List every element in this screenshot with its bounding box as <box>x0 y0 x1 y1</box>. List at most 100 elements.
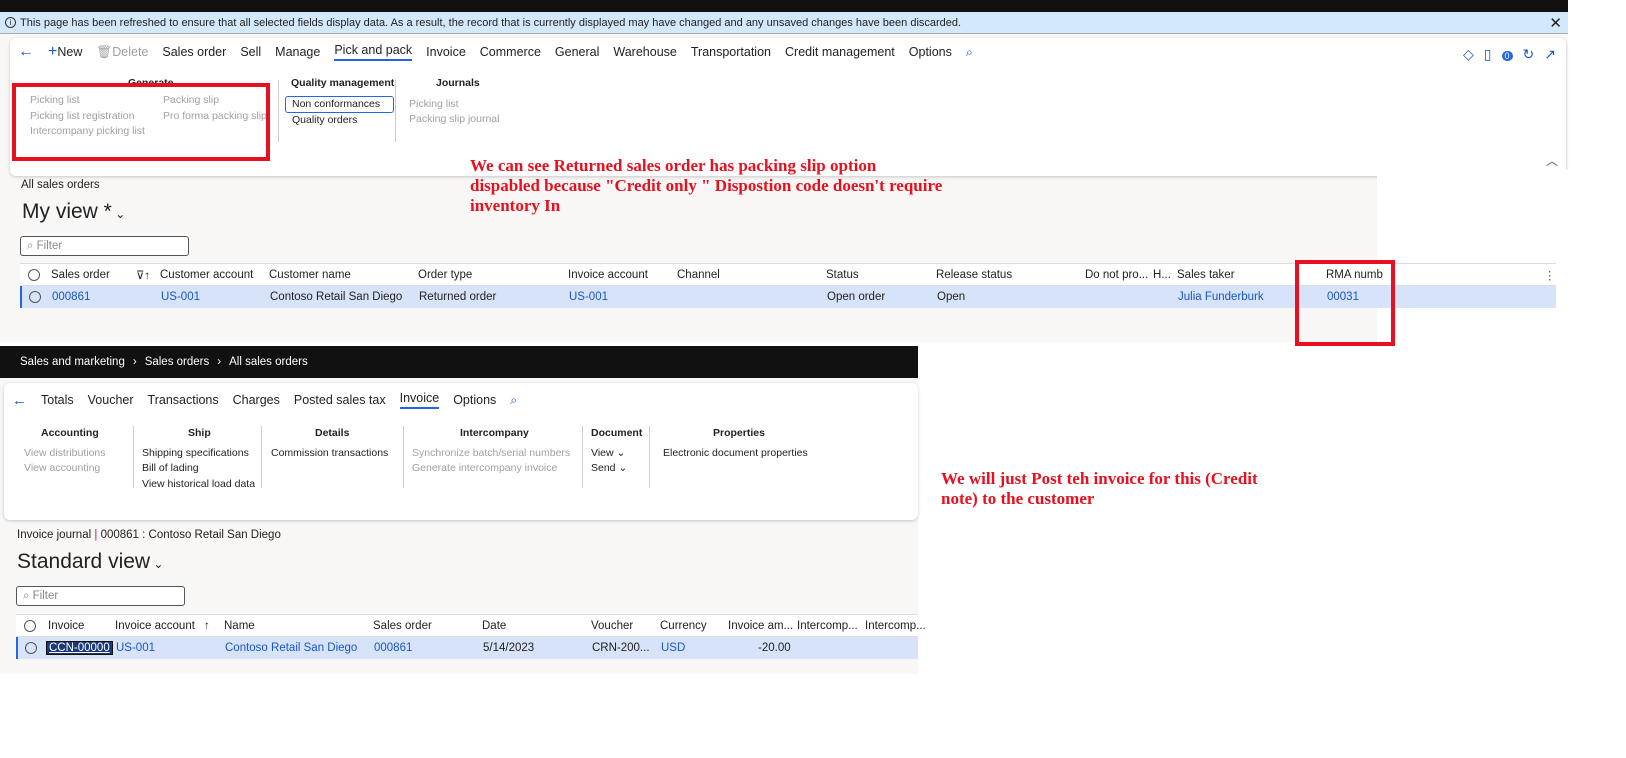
tab-commerce[interactable]: Commerce <box>480 45 541 59</box>
diamond-icon[interactable]: ◇ <box>1463 46 1474 63</box>
currency-link[interactable]: USD <box>661 642 685 654</box>
chevron-down-icon: ⌄ <box>150 557 164 571</box>
col-customer-account[interactable]: Customer account <box>160 269 253 281</box>
tab-transactions[interactable]: Transactions <box>148 393 219 407</box>
col-status[interactable]: Status <box>826 269 859 281</box>
tab-sell[interactable]: Sell <box>240 45 261 59</box>
sort-ascending-icon[interactable]: ↑ <box>204 620 210 632</box>
view-selector[interactable]: Standard view ⌄ <box>17 550 163 574</box>
col-invoice-account[interactable]: Invoice account <box>568 269 648 281</box>
view-accounting-button[interactable]: View accounting <box>24 461 106 477</box>
tab-totals[interactable]: Totals <box>41 393 74 407</box>
view-dropdown[interactable]: View ⌄ <box>591 446 642 462</box>
tab-sales-order[interactable]: Sales order <box>162 45 226 59</box>
col-date[interactable]: Date <box>482 620 506 632</box>
invoice-action-pane: ← Totals Voucher Transactions Charges Po… <box>4 383 918 520</box>
customer-account-link[interactable]: US-001 <box>161 291 200 303</box>
office-icon[interactable]: ▯ <box>1484 46 1492 63</box>
refresh-icon[interactable]: ↻ <box>1523 46 1535 63</box>
back-icon[interactable]: ← <box>18 43 34 61</box>
select-all-radio[interactable] <box>24 619 36 632</box>
col-intercompany-1[interactable]: Intercomp... <box>797 620 858 632</box>
tab-posted-sales-tax[interactable]: Posted sales tax <box>294 393 386 407</box>
table-row[interactable]: CCN-00000 US-001 Contoso Retail San Dieg… <box>16 637 918 659</box>
view-historical-load-data-button[interactable]: View historical load data <box>142 477 255 493</box>
col-invoice[interactable]: Invoice <box>48 620 84 632</box>
close-icon[interactable]: ✕ <box>1549 14 1562 32</box>
tab-warehouse[interactable]: Warehouse <box>613 45 676 59</box>
tab-credit-management[interactable]: Credit management <box>785 45 895 59</box>
chevron-down-icon: ⌄ <box>616 446 626 459</box>
tab-options[interactable]: Options <box>453 393 496 407</box>
search-icon[interactable]: ⌕ <box>966 45 973 60</box>
row-select-radio[interactable] <box>25 642 37 654</box>
col-hold[interactable]: H... <box>1153 269 1171 281</box>
tab-manage[interactable]: Manage <box>275 45 320 59</box>
col-sales-order[interactable]: Sales order <box>373 620 432 632</box>
send-dropdown[interactable]: Send ⌄ <box>591 461 642 477</box>
row-select-radio[interactable] <box>29 291 41 303</box>
bill-of-lading-button[interactable]: Bill of lading <box>142 461 255 477</box>
sales-taker-link[interactable]: Julia Funderburk <box>1178 291 1264 303</box>
tab-invoice[interactable]: Invoice <box>426 45 466 59</box>
filter-sort-icon[interactable]: ⊽↑ <box>136 268 150 282</box>
tab-voucher[interactable]: Voucher <box>88 393 134 407</box>
col-invoice-amount[interactable]: Invoice am... <box>728 620 793 632</box>
view-distributions-button[interactable]: View distributions <box>24 446 106 462</box>
tab-pick-and-pack[interactable]: Pick and pack <box>334 43 413 61</box>
invoice-account-link[interactable]: US-001 <box>569 291 608 303</box>
tab-options[interactable]: Options <box>909 45 952 59</box>
collapse-icon[interactable]: ︿ <box>1546 152 1558 169</box>
breadcrumb-sales-and-marketing[interactable]: Sales and marketing <box>20 356 125 368</box>
col-invoice-account[interactable]: Invoice account <box>115 620 195 632</box>
col-intercompany-2[interactable]: Intercomp... <box>865 620 926 632</box>
divider <box>395 80 396 142</box>
open-new-window-icon[interactable]: ↗ <box>1544 46 1556 63</box>
chevron-right-icon: › <box>132 356 137 368</box>
commission-transactions-button[interactable]: Commission transactions <box>271 446 388 462</box>
delete-button[interactable]: 🗑Delete <box>96 45 148 60</box>
col-customer-name[interactable]: Customer name <box>269 269 351 281</box>
chevron-down-icon: ⌄ <box>618 462 628 474</box>
invoice-link[interactable]: CCN-00000 <box>46 641 113 655</box>
col-order-type[interactable]: Order type <box>418 269 472 281</box>
col-currency[interactable]: Currency <box>660 620 707 632</box>
filter-input[interactable]: ⌕ Filter <box>16 586 185 606</box>
col-voucher[interactable]: Voucher <box>591 620 633 632</box>
name-link[interactable]: Contoso Retail San Diego <box>225 642 357 654</box>
col-do-not-process[interactable]: Do not pro... <box>1085 269 1148 281</box>
non-conformances-button[interactable]: Non conformances <box>285 95 395 113</box>
col-sales-order[interactable]: Sales order <box>51 269 110 281</box>
generate-intercompany-invoice-button[interactable]: Generate intercompany invoice <box>412 461 570 477</box>
picking-list-journal-button[interactable]: Picking list <box>409 96 499 113</box>
tab-invoice[interactable]: Invoice <box>399 391 440 409</box>
electronic-document-properties-button[interactable]: Electronic document properties <box>663 446 808 462</box>
attachments-icon[interactable]: 0 <box>1501 46 1513 63</box>
back-icon[interactable]: ← <box>12 392 27 409</box>
filter-input[interactable]: ⌕ Filter <box>20 236 189 256</box>
tab-charges[interactable]: Charges <box>233 393 280 407</box>
invoice-account-link[interactable]: US-001 <box>116 642 155 654</box>
sales-order-link[interactable]: 000861 <box>374 642 412 654</box>
view-selector[interactable]: My view * ⌄ <box>22 200 125 224</box>
col-release-status[interactable]: Release status <box>936 269 1012 281</box>
breadcrumb-sales-orders[interactable]: Sales orders <box>145 356 210 368</box>
shipping-specifications-button[interactable]: Shipping specifications <box>142 446 255 462</box>
more-options-icon[interactable]: ⋮ <box>1544 268 1556 282</box>
select-all-radio[interactable] <box>28 268 40 281</box>
sales-order-link[interactable]: 000861 <box>52 291 90 303</box>
tab-general[interactable]: General <box>555 45 599 59</box>
packing-slip-journal-button[interactable]: Packing slip journal <box>409 112 499 128</box>
properties-group: Properties Electronic document propertie… <box>649 426 808 488</box>
divider <box>278 80 279 142</box>
tab-transportation[interactable]: Transportation <box>691 45 771 59</box>
quality-orders-button[interactable]: Quality orders <box>285 113 394 129</box>
search-icon[interactable]: ⌕ <box>510 393 517 408</box>
breadcrumb-all-sales-orders[interactable]: All sales orders <box>229 356 308 368</box>
synchronize-batch-serial-button[interactable]: Synchronize batch/serial numbers <box>412 446 570 462</box>
col-name[interactable]: Name <box>224 620 255 632</box>
chevron-down-icon: ⌄ <box>111 207 126 221</box>
new-button[interactable]: +New <box>48 43 82 61</box>
col-sales-taker[interactable]: Sales taker <box>1177 269 1235 281</box>
col-channel[interactable]: Channel <box>677 269 720 281</box>
